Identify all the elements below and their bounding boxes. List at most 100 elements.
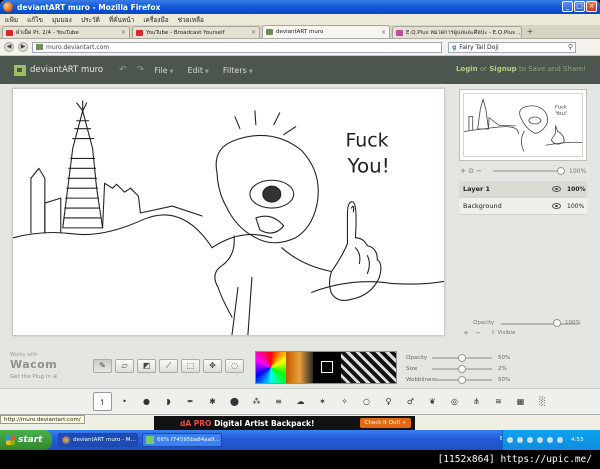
zoom-slider-knob[interactable] bbox=[557, 167, 565, 175]
tray-icon[interactable] bbox=[557, 437, 563, 443]
opacity-knob[interactable] bbox=[458, 353, 466, 362]
drawing-text-line1: Fuck bbox=[345, 130, 388, 152]
tab-youtube-1[interactable]: ฝ่าเม็ด Pt. 2/4 - YouTube × bbox=[2, 26, 130, 38]
wobbliness-knob[interactable] bbox=[458, 375, 466, 384]
search-input[interactable]: g Fairy Tail Doji ⚲ bbox=[448, 41, 576, 53]
female-brush-icon[interactable]: ♀ bbox=[379, 392, 398, 411]
eraser-tool-icon[interactable]: ▱ bbox=[115, 359, 134, 373]
edit-menu[interactable]: Edit ▼ bbox=[187, 66, 208, 75]
window-titlebar[interactable]: deviantART muro - Mozilla Firefox _ □ × bbox=[0, 0, 600, 14]
color-gradient-picker[interactable] bbox=[285, 352, 314, 383]
opacity-slider[interactable] bbox=[432, 353, 492, 362]
remove-layer-icon[interactable]: − bbox=[475, 329, 481, 337]
brush-tool-icon[interactable]: ✎ bbox=[93, 359, 112, 373]
tray-icon[interactable] bbox=[547, 437, 553, 443]
task-download[interactable]: 66% f74595ba84aa9... bbox=[142, 433, 222, 447]
zoom-out-icon[interactable]: − bbox=[475, 167, 483, 175]
tab-youtube-2[interactable]: YouTube - Broadcast Yourself × bbox=[132, 26, 260, 38]
close-button[interactable]: × bbox=[586, 1, 597, 12]
zoom-in-icon[interactable]: + bbox=[459, 167, 467, 175]
menu-view[interactable]: มุมมอง bbox=[52, 15, 72, 25]
ring-brush-icon[interactable]: ○ bbox=[357, 392, 376, 411]
marker-brush-icon[interactable]: ✒ bbox=[181, 392, 200, 411]
back-icon[interactable]: ◀ bbox=[4, 42, 14, 52]
maximize-button[interactable]: □ bbox=[574, 1, 585, 12]
minimize-button[interactable]: _ bbox=[562, 1, 573, 12]
ink-brush-icon[interactable]: ◗ bbox=[159, 392, 178, 411]
task-firefox[interactable]: deviantART muro - M... bbox=[58, 433, 138, 447]
url-text: muro.deviantart.com bbox=[46, 43, 110, 51]
search-icon[interactable]: ⚲ bbox=[568, 43, 573, 51]
tab-close-icon[interactable]: × bbox=[121, 29, 126, 36]
move-tool-icon[interactable]: ✥ bbox=[203, 359, 222, 373]
hatch-brush-icon[interactable]: ≡ bbox=[269, 392, 288, 411]
sparkle-brush-icon[interactable]: ✧ bbox=[335, 392, 354, 411]
zoom-reset-icon[interactable]: ⊙ bbox=[467, 167, 475, 175]
start-button[interactable]: start bbox=[0, 430, 52, 450]
tray-icon[interactable] bbox=[527, 437, 533, 443]
canvas-preview[interactable]: Fuck You! bbox=[459, 89, 587, 161]
menu-help[interactable]: ช่วยเหลือ bbox=[178, 15, 204, 25]
menu-tools[interactable]: เครื่องมือ bbox=[143, 15, 168, 25]
grass-brush-icon[interactable]: ⋔ bbox=[467, 392, 486, 411]
noise-brush-icon[interactable]: ░ bbox=[533, 392, 552, 411]
redo-icon[interactable]: ↷ bbox=[137, 65, 145, 75]
size-knob[interactable] bbox=[458, 364, 466, 373]
new-tab-button[interactable]: + bbox=[524, 27, 536, 38]
drop-brush-icon[interactable]: ⬤ bbox=[225, 392, 244, 411]
scatter-brush-icon[interactable]: ⁂ bbox=[247, 392, 266, 411]
tab-close-icon[interactable]: × bbox=[381, 29, 386, 36]
select-tool-icon[interactable]: ⬚ bbox=[181, 359, 200, 373]
dot-brush-icon[interactable]: • bbox=[115, 392, 134, 411]
signup-link[interactable]: Signup bbox=[489, 65, 516, 73]
texture-brush-icon[interactable]: ▦ bbox=[511, 392, 530, 411]
add-layer-icon[interactable]: + bbox=[463, 329, 469, 337]
get-plugin-link[interactable]: Get the Plug In ⊕ bbox=[10, 374, 80, 380]
ad-banner[interactable]: dA PRO Digital Artist Backpack! Check It… bbox=[154, 416, 415, 430]
menu-edit[interactable]: แก้ไข bbox=[27, 15, 43, 25]
fur-brush-icon[interactable]: ≋ bbox=[489, 392, 508, 411]
menu-history[interactable]: ประวัติ bbox=[81, 15, 100, 25]
zoom-slider[interactable] bbox=[493, 167, 565, 175]
tab-close-icon[interactable]: × bbox=[251, 29, 256, 36]
file-menu[interactable]: File ▼ bbox=[154, 66, 173, 75]
menu-bookmarks[interactable]: ที่คั่นหน้า bbox=[109, 15, 134, 25]
leaf-brush-icon[interactable]: ❦ bbox=[423, 392, 442, 411]
tray-icon[interactable] bbox=[507, 437, 513, 443]
undo-icon[interactable]: ↶ bbox=[119, 65, 127, 75]
star-brush-icon[interactable]: ✶ bbox=[313, 392, 332, 411]
layer-item-layer-1[interactable]: Layer 1 100% bbox=[459, 181, 587, 198]
tab-eqplus[interactable]: E.Q.Plus หมวดการดูแลและศิลปะ - E.Q.Plus … bbox=[392, 26, 522, 38]
tray-icon[interactable] bbox=[537, 437, 543, 443]
url-input[interactable]: muro.deviantart.com bbox=[32, 41, 442, 53]
eye-icon[interactable] bbox=[552, 186, 561, 192]
size-slider[interactable] bbox=[432, 364, 492, 373]
lasso-tool-icon[interactable]: ◌ bbox=[225, 359, 244, 373]
circles-brush-icon[interactable]: ◎ bbox=[445, 392, 464, 411]
airbrush-icon[interactable]: ☁ bbox=[291, 392, 310, 411]
pencil-brush-icon[interactable]: ↿ bbox=[93, 392, 112, 411]
filters-menu[interactable]: Filters ▼ bbox=[223, 66, 253, 75]
eyedropper-tool-icon[interactable]: ⟋ bbox=[159, 359, 178, 373]
menu-file[interactable]: แฟ้ม bbox=[5, 15, 18, 25]
ad-check-it-out-button[interactable]: Check It Out! » bbox=[359, 418, 411, 428]
wobbliness-slider[interactable] bbox=[432, 375, 492, 384]
login-link[interactable]: Login bbox=[456, 65, 478, 73]
male-brush-icon[interactable]: ♂ bbox=[401, 392, 420, 411]
tray-icon[interactable] bbox=[517, 437, 523, 443]
forward-icon[interactable]: ▶ bbox=[18, 42, 28, 52]
login-prompt: Login or Signup to Save and Share! bbox=[456, 65, 586, 73]
drawing-canvas[interactable]: Fuck You! bbox=[12, 88, 445, 336]
fill-tool-icon[interactable]: ◩ bbox=[137, 359, 156, 373]
visible-toggle[interactable]: ⇩ Visible bbox=[491, 330, 515, 336]
layer-opacity-knob[interactable] bbox=[553, 319, 561, 327]
pattern-swatch[interactable] bbox=[340, 352, 397, 383]
splatter-brush-icon[interactable]: ✱ bbox=[203, 392, 222, 411]
task-label: deviantART muro - M... bbox=[73, 437, 136, 443]
layer-item-background[interactable]: Background 100% bbox=[459, 198, 587, 215]
tab-deviantart-muro[interactable]: deviantART muro × bbox=[262, 25, 390, 38]
color-wheel[interactable] bbox=[256, 352, 286, 383]
eye-icon[interactable] bbox=[552, 203, 561, 209]
soft-brush-icon[interactable]: ● bbox=[137, 392, 156, 411]
current-color-swatch[interactable] bbox=[313, 352, 341, 383]
